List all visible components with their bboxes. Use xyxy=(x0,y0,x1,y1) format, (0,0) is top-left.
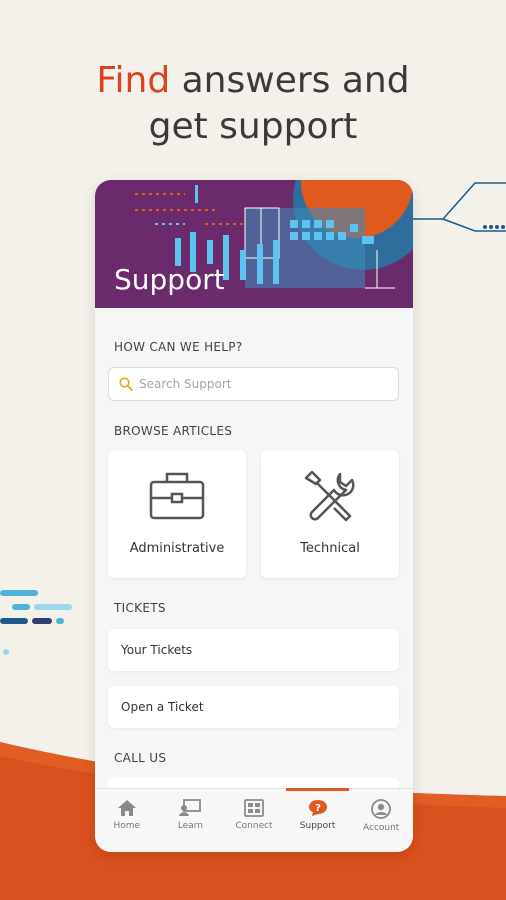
card-technical-label: Technical xyxy=(300,541,360,556)
headline-line2: get support xyxy=(148,106,358,147)
search-icon xyxy=(119,377,133,391)
nav-connect[interactable]: Connect xyxy=(222,789,286,852)
home-icon xyxy=(117,800,136,816)
help-section-label: HOW CAN WE HELP? xyxy=(114,340,243,354)
call-us-section-label: CALL US xyxy=(114,751,167,765)
search-box[interactable] xyxy=(108,367,399,401)
headline: Find answers and get support xyxy=(0,58,506,150)
headline-line1: answers and xyxy=(170,60,410,101)
open-ticket-label: Open a Ticket xyxy=(121,700,204,714)
svg-text:?: ? xyxy=(315,803,321,814)
hero-title: Support xyxy=(114,263,225,296)
card-administrative-label: Administrative xyxy=(129,541,225,556)
circuit-decoration-right xyxy=(413,182,506,232)
nav-support[interactable]: ? Support xyxy=(285,788,350,852)
nav-home-label: Home xyxy=(113,821,141,831)
support-icon: ? xyxy=(308,800,327,816)
nav-account[interactable]: Account xyxy=(349,789,413,852)
hero-banner: Support xyxy=(95,180,413,308)
your-tickets-row[interactable]: Your Tickets xyxy=(108,629,399,671)
connect-icon xyxy=(244,799,264,817)
nav-connect-label: Connect xyxy=(235,821,273,831)
nav-learn[interactable]: Learn xyxy=(159,789,223,852)
phone-screen: Support HOW CAN WE HELP? BROWSE ARTICLES… xyxy=(95,180,413,852)
nav-support-label: Support xyxy=(299,821,336,831)
learn-icon xyxy=(179,799,202,816)
tickets-section-label: TICKETS xyxy=(114,601,166,615)
your-tickets-label: Your Tickets xyxy=(121,643,193,657)
card-administrative[interactable]: Administrative xyxy=(108,450,246,578)
tools-icon xyxy=(304,470,355,522)
nav-learn-label: Learn xyxy=(177,821,203,831)
search-input[interactable] xyxy=(139,377,379,391)
card-technical[interactable]: Technical xyxy=(261,450,399,578)
dash-decoration-left xyxy=(0,590,72,655)
browse-section-label: BROWSE ARTICLES xyxy=(114,424,233,438)
nav-account-label: Account xyxy=(363,823,400,833)
account-icon xyxy=(371,799,392,819)
open-ticket-row[interactable]: Open a Ticket xyxy=(108,686,399,728)
nav-home[interactable]: Home xyxy=(95,789,159,852)
headline-accent: Find xyxy=(96,60,171,101)
bottom-nav: Home Learn Connect ? Support Account xyxy=(95,788,413,852)
briefcase-icon xyxy=(149,472,205,520)
